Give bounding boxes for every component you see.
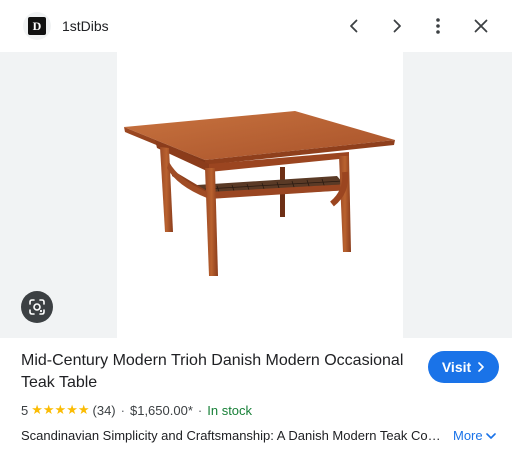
more-button[interactable]: More bbox=[453, 428, 496, 443]
product-description: Scandinavian Simplicity and Craftsmanshi… bbox=[21, 428, 441, 443]
separator: · bbox=[197, 402, 203, 418]
image-preview bbox=[0, 52, 512, 338]
google-lens-button[interactable] bbox=[21, 291, 53, 323]
product-image[interactable] bbox=[117, 52, 403, 338]
separator: · bbox=[120, 402, 125, 418]
product-title[interactable]: Mid-Century Modern Trioh Danish Modern O… bbox=[21, 350, 421, 394]
chevron-right-icon bbox=[478, 362, 484, 372]
review-count: (34) bbox=[92, 402, 116, 418]
viewer-header: D 1stDibs bbox=[0, 0, 512, 52]
chevron-left-icon bbox=[350, 19, 358, 33]
close-button[interactable] bbox=[469, 14, 493, 38]
stock-status: In stock bbox=[207, 402, 253, 418]
site-logo-mark: D bbox=[28, 17, 46, 35]
next-button[interactable] bbox=[385, 14, 409, 38]
rating-stars: ★★★★★ bbox=[31, 402, 90, 417]
more-label: More bbox=[453, 428, 483, 443]
more-options-button[interactable] bbox=[426, 14, 450, 38]
previous-button[interactable] bbox=[342, 14, 366, 38]
more-vert-icon bbox=[436, 18, 440, 34]
google-lens-icon bbox=[29, 299, 45, 315]
product-meta: 5 ★★★★★ (34) · $1,650.00* · In stock bbox=[21, 402, 252, 418]
site-logo[interactable]: D bbox=[23, 12, 51, 40]
visit-button-label: Visit bbox=[441, 359, 472, 375]
chevron-down-icon bbox=[485, 432, 496, 439]
price: $1,650.00* bbox=[129, 402, 193, 418]
site-logo-letter: D bbox=[32, 18, 42, 33]
close-icon bbox=[474, 19, 488, 33]
teak-table-image bbox=[124, 111, 395, 276]
visit-button[interactable]: Visit bbox=[428, 351, 499, 383]
chevron-right-icon bbox=[393, 19, 401, 33]
site-name[interactable]: 1stDibs bbox=[62, 18, 109, 34]
rating-value: 5 bbox=[21, 402, 29, 418]
